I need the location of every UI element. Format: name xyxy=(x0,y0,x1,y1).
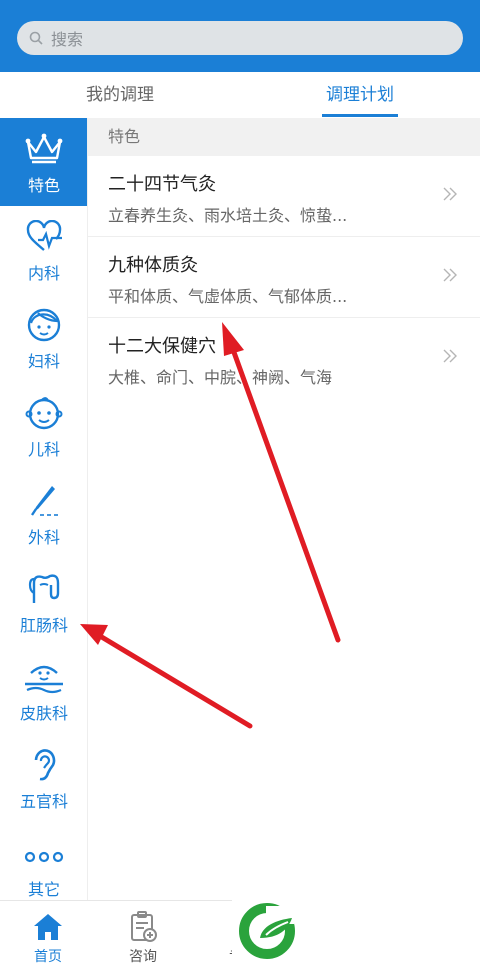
nav-label: 首页 xyxy=(34,949,62,965)
sidebar-item-label: 五官科 xyxy=(19,792,68,811)
sidebar-item-anorectal[interactable]: 肛肠科 xyxy=(0,558,87,646)
nav-consult[interactable]: 咨询 xyxy=(103,901,183,969)
tab-regimen-plan[interactable]: 调理计划 xyxy=(280,72,440,118)
tab-bar: 我的调理 调理计划 xyxy=(0,72,480,118)
category-sidebar: 特色 内科 妇科 儿科 外科 肛肠科 皮肤科 五官科 其它 xyxy=(0,118,88,900)
nav-label: 咨询 xyxy=(129,949,157,965)
double-chevron-right-icon xyxy=(442,186,458,206)
list-item-title: 九种体质灸 xyxy=(108,255,198,276)
sidebar-item-label: 儿科 xyxy=(27,440,60,459)
list-item[interactable]: 二十四节气灸 立春养生灸、雨水培土灸、惊蛰... xyxy=(88,156,480,237)
list-item-subtitle: 平和体质、气虚体质、气郁体质... xyxy=(108,287,348,306)
sidebar-item-label: 妇科 xyxy=(27,352,60,371)
sidebar-item-pediatrics[interactable]: 儿科 xyxy=(0,382,87,470)
list-item[interactable]: 十二大保健穴 大椎、命门、中脘、神阙、气海 xyxy=(88,318,480,399)
sidebar-item-internal-medicine[interactable]: 内科 xyxy=(0,206,87,294)
sidebar-item-surgery[interactable]: 外科 xyxy=(0,470,87,558)
arrow-to-sidebar-item xyxy=(80,624,253,729)
list-item-subtitle: 立春养生灸、雨水培土灸、惊蛰... xyxy=(108,206,348,225)
sidebar-item-gynecology[interactable]: 妇科 xyxy=(0,294,87,382)
skin-icon xyxy=(23,658,65,696)
leaf-logo-icon xyxy=(236,898,300,966)
heart-pulse-icon xyxy=(24,218,64,256)
sidebar-item-ent[interactable]: 五官科 xyxy=(0,734,87,822)
list-item-subtitle: 大椎、命门、中脘、神阙、气海 xyxy=(108,368,333,387)
sidebar-item-other[interactable]: 其它 xyxy=(0,822,87,900)
list-item-title: 二十四节气灸 xyxy=(108,174,216,195)
list-item-title: 十二大保健穴 xyxy=(108,336,216,357)
search-placeholder: 搜索 xyxy=(51,30,84,49)
sidebar-item-label: 特色 xyxy=(27,176,60,195)
sidebar-item-label: 内科 xyxy=(27,264,60,283)
sidebar-item-label: 外科 xyxy=(27,528,60,547)
consult-clipboard-icon xyxy=(128,911,158,943)
plan-list: 特色 二十四节气灸 立春养生灸、雨水培土灸、惊蛰... 九种体质灸 平和体质、气… xyxy=(88,118,480,399)
double-chevron-right-icon xyxy=(442,267,458,287)
sidebar-item-featured[interactable]: 特色 xyxy=(0,118,87,206)
woman-face-icon xyxy=(24,306,64,344)
tab-my-regimen[interactable]: 我的调理 xyxy=(40,72,200,118)
baby-face-icon xyxy=(24,394,64,432)
top-bar: 搜索 xyxy=(0,0,480,72)
home-icon xyxy=(33,911,63,943)
double-chevron-right-icon xyxy=(442,348,458,368)
more-dots-icon xyxy=(22,834,66,872)
search-input[interactable]: 搜索 xyxy=(17,21,463,55)
sidebar-item-dermatology[interactable]: 皮肤科 xyxy=(0,646,87,734)
crown-icon xyxy=(24,130,64,168)
nav-home[interactable]: 首页 xyxy=(8,901,88,969)
section-header: 特色 xyxy=(88,118,480,156)
intestine-icon xyxy=(24,570,64,608)
sidebar-item-label: 皮肤科 xyxy=(19,704,68,723)
scalpel-icon xyxy=(24,482,64,520)
list-item[interactable]: 九种体质灸 平和体质、气虚体质、气郁体质... xyxy=(88,237,480,318)
active-tab-indicator xyxy=(322,114,398,117)
sidebar-item-label: 其它 xyxy=(27,880,60,899)
search-icon xyxy=(29,31,43,45)
sidebar-item-label: 肛肠科 xyxy=(19,616,68,635)
ear-icon xyxy=(24,746,64,784)
